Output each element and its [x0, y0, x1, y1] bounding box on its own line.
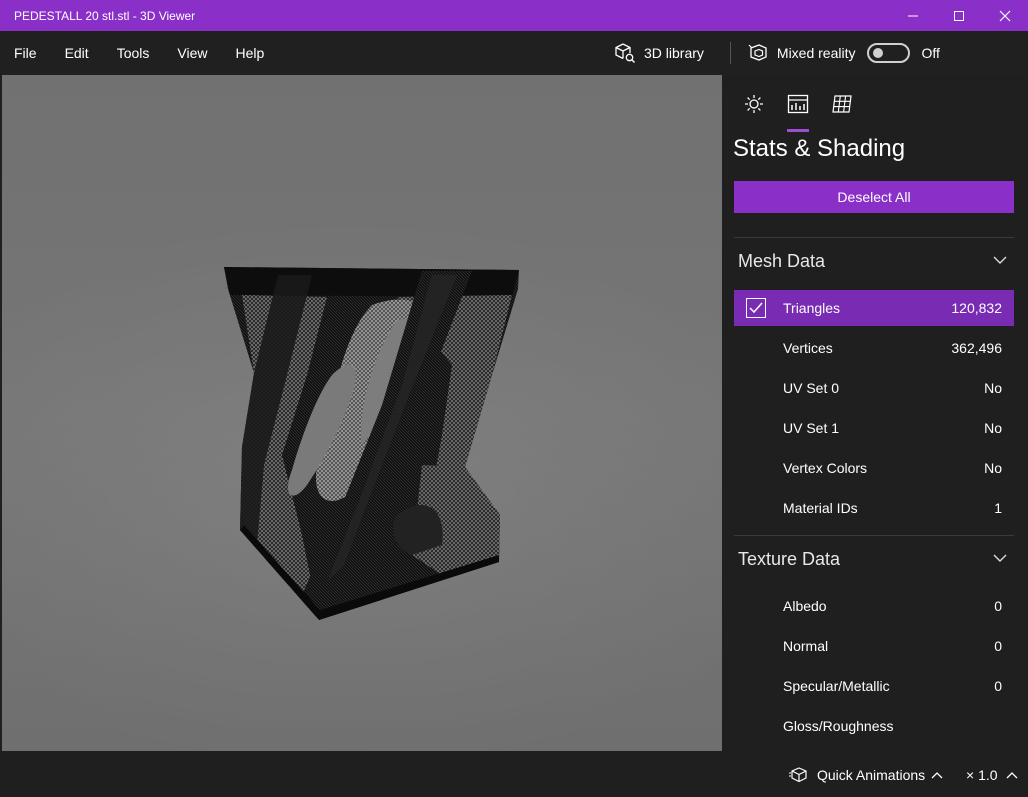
menu-tools[interactable]: Tools	[103, 31, 164, 75]
animation-speed-button[interactable]: × 1.0	[966, 767, 1018, 783]
stat-value: 120,832	[951, 300, 1002, 316]
stat-row-specular-metallic[interactable]: Specular/Metallic 0	[734, 668, 1014, 704]
stat-row-normal[interactable]: Normal 0	[734, 628, 1014, 664]
minimize-icon	[908, 15, 918, 16]
stat-label: Specular/Metallic	[783, 678, 890, 694]
chevron-down-icon	[993, 554, 1007, 562]
3d-viewport[interactable]	[2, 75, 722, 751]
stat-row-vertices[interactable]: Vertices 362,496	[734, 330, 1014, 366]
menu-right-group: 3D library Mixed reality Off	[614, 31, 940, 75]
deselect-all-button[interactable]: Deselect All	[734, 181, 1014, 213]
stat-label: Material IDs	[783, 500, 858, 516]
maximize-icon	[954, 10, 964, 21]
texture-data-header[interactable]: Texture Data	[738, 544, 1008, 574]
tab-stats[interactable]	[776, 87, 820, 132]
tab-grid[interactable]	[820, 87, 864, 121]
close-icon	[999, 10, 1011, 21]
mixed-reality-toggle[interactable]	[866, 43, 910, 63]
stat-value: No	[984, 420, 1002, 436]
stats-panel: Stats & Shading Deselect All Mesh Data T…	[722, 75, 1028, 751]
texture-data-title: Texture Data	[738, 548, 841, 569]
stat-label: Vertex Colors	[783, 460, 868, 476]
stat-label: Normal	[783, 638, 829, 654]
stat-label: Triangles	[783, 300, 841, 316]
stat-row-gloss-roughness[interactable]: Gloss/Roughness	[734, 708, 1014, 744]
grid-icon	[832, 95, 852, 113]
stat-row-vertex-colors[interactable]: Vertex Colors No	[734, 450, 1014, 486]
stat-row-uv-set-1[interactable]: UV Set 1 No	[734, 410, 1014, 446]
stat-label: Albedo	[783, 598, 827, 614]
3d-library-label: 3D library	[644, 45, 704, 61]
stat-row-material-ids[interactable]: Material IDs 1	[734, 490, 1014, 526]
sun-icon	[745, 95, 763, 113]
close-button[interactable]	[982, 0, 1028, 31]
window-title: PEDESTALL 20 stl.stl - 3D Viewer	[14, 8, 196, 23]
stat-value: 362,496	[951, 340, 1002, 356]
toggle-knob	[872, 48, 883, 58]
mesh-data-title: Mesh Data	[738, 250, 826, 271]
menu-divider	[729, 42, 731, 64]
stat-value: No	[984, 380, 1002, 396]
tab-lighting[interactable]	[732, 87, 776, 121]
section-divider	[734, 535, 1014, 536]
speed-label: × 1.0	[966, 767, 998, 783]
stat-row-triangles[interactable]: Triangles 120,832	[734, 290, 1014, 326]
stat-value: 0	[994, 598, 1002, 614]
stat-row-uv-set-0[interactable]: UV Set 0 No	[734, 370, 1014, 406]
stat-value: No	[984, 460, 1002, 476]
maximize-button[interactable]	[936, 0, 982, 31]
stats-icon	[787, 94, 809, 114]
3d-library-button[interactable]: 3D library	[614, 31, 704, 75]
animation-cube-icon	[789, 767, 807, 783]
stat-label: UV Set 0	[783, 380, 840, 396]
chevron-up-icon	[1006, 772, 1017, 779]
menu-view[interactable]: View	[163, 31, 221, 75]
panel-tabs	[732, 87, 864, 132]
chevron-up-icon	[931, 772, 943, 779]
quick-animations-button[interactable]: Quick Animations	[789, 767, 951, 783]
stat-label: Vertices	[783, 340, 833, 356]
mixed-reality-button[interactable]: Mixed reality	[747, 31, 856, 75]
menu-file[interactable]: File	[0, 31, 51, 75]
stat-value: 1	[994, 500, 1002, 516]
panel-title: Stats & Shading	[733, 135, 906, 162]
checkmark-icon	[749, 302, 763, 314]
title-bar: PEDESTALL 20 stl.stl - 3D Viewer	[0, 0, 1028, 31]
stat-label: UV Set 1	[783, 420, 840, 436]
stat-value: 0	[994, 638, 1002, 654]
mixed-reality-icon	[748, 44, 767, 61]
cube-search-icon	[615, 43, 635, 63]
mixed-reality-label: Mixed reality	[776, 45, 856, 61]
section-divider	[734, 237, 1014, 238]
stat-row-albedo[interactable]: Albedo 0	[734, 588, 1014, 624]
stat-label: Gloss/Roughness	[783, 718, 894, 734]
window-controls	[890, 0, 1028, 31]
chevron-down-icon	[993, 256, 1007, 264]
menu-edit[interactable]: Edit	[51, 31, 103, 75]
checkbox[interactable]	[746, 298, 766, 318]
pedestal-mesh-model[interactable]	[2, 75, 722, 751]
mesh-data-header[interactable]: Mesh Data	[738, 246, 1008, 276]
quick-animations-label: Quick Animations	[817, 767, 926, 783]
stat-value: 0	[994, 678, 1002, 694]
minimize-button[interactable]	[890, 0, 936, 31]
bottom-bar: Quick Animations × 1.0	[0, 751, 1028, 797]
mixed-reality-state: Off	[921, 45, 940, 61]
menu-bar: File Edit Tools View Help 3D library Mix…	[0, 31, 1028, 75]
menu-help[interactable]: Help	[221, 31, 278, 75]
